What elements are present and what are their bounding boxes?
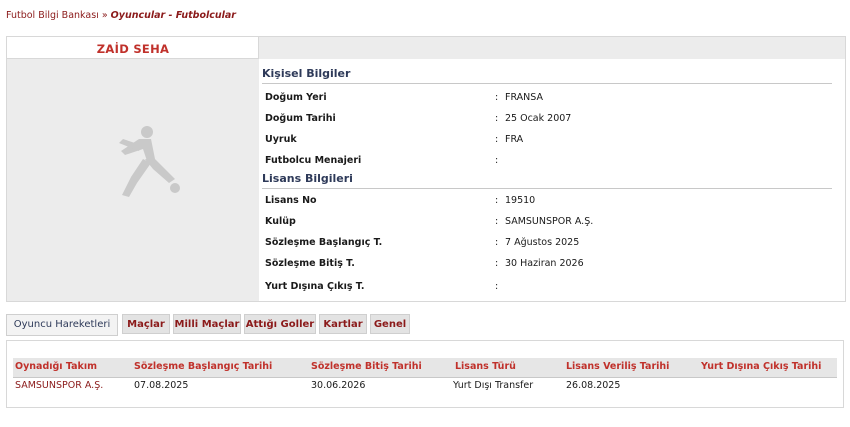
info-value: SAMSUNSPOR A.Ş. bbox=[505, 216, 594, 227]
info-row-agent: Futbolcu Menajeri : bbox=[265, 155, 835, 173]
info-colon: : bbox=[495, 237, 499, 248]
info-label: Lisans No bbox=[265, 195, 317, 206]
table-cell: 07.08.2025 bbox=[134, 380, 189, 391]
column-header: Oynadığı Takım bbox=[15, 361, 98, 372]
info-label: Uyruk bbox=[265, 134, 297, 145]
tab-cards[interactable]: Kartlar bbox=[319, 314, 367, 334]
tab-national-matches[interactable]: Milli Maçlar bbox=[173, 314, 241, 334]
player-name: ZAİD SEHA bbox=[96, 42, 170, 56]
column-header: Sözleşme Bitiş Tarihi bbox=[311, 361, 422, 372]
player-name-bar: ZAİD SEHA bbox=[7, 37, 259, 59]
breadcrumb-root-link[interactable]: Futbol Bilgi Bankası bbox=[6, 10, 99, 21]
info-value: FRANSA bbox=[505, 92, 543, 103]
info-colon: : bbox=[495, 92, 499, 103]
info-colon: : bbox=[495, 281, 499, 292]
info-label: Doğum Tarihi bbox=[265, 113, 336, 124]
info-label: Sözleşme Başlangıç T. bbox=[265, 237, 383, 248]
info-value: FRA bbox=[505, 134, 524, 145]
tab-matches[interactable]: Maçlar bbox=[122, 314, 170, 334]
info-value: 7 Ağustos 2025 bbox=[505, 237, 580, 248]
info-label: Sözleşme Bitiş T. bbox=[265, 258, 355, 269]
info-colon: : bbox=[495, 216, 499, 227]
player-photo-column: ZAİD SEHA bbox=[7, 37, 259, 301]
table-cell: 30.06.2026 bbox=[311, 380, 366, 391]
info-row-club: Kulüp : SAMSUNSPOR A.Ş. bbox=[265, 216, 835, 234]
info-value: 25 Ocak 2007 bbox=[505, 113, 572, 124]
column-header: Sözleşme Başlangıç Tarihi bbox=[134, 361, 273, 372]
table-header: Oynadığı Takım Sözleşme Başlangıç Tarihi… bbox=[13, 358, 837, 378]
info-colon: : bbox=[495, 134, 499, 145]
breadcrumb: Futbol Bilgi Bankası » Oyuncular - Futbo… bbox=[6, 10, 236, 21]
info-row-birthplace: Doğum Yeri : FRANSA bbox=[265, 92, 835, 110]
breadcrumb-current: Oyuncular - Futbolcular bbox=[110, 10, 236, 21]
personal-info-heading: Kişisel Bilgiler bbox=[262, 67, 832, 84]
info-row-contract-start: Sözleşme Başlangıç T. : 7 Ağustos 2025 bbox=[265, 237, 835, 255]
info-colon: : bbox=[495, 155, 499, 166]
tab-general[interactable]: Genel bbox=[370, 314, 410, 334]
info-value: 19510 bbox=[505, 195, 536, 206]
info-label: Yurt Dışına Çıkış T. bbox=[265, 281, 365, 292]
table-cell: 26.08.2025 bbox=[566, 380, 621, 391]
table-cell: Yurt Dışı Transfer bbox=[453, 380, 534, 391]
info-colon: : bbox=[495, 195, 499, 206]
info-label: Kulüp bbox=[265, 216, 296, 227]
breadcrumb-separator: » bbox=[101, 10, 108, 21]
info-row-nationality: Uyruk : FRA bbox=[265, 134, 835, 152]
column-header: Lisans Türü bbox=[455, 361, 516, 372]
tab-player-movements[interactable]: Oyuncu Hareketleri bbox=[6, 314, 118, 336]
player-profile-panel: ZAİD SEHA Kişisel Bilgiler Doğum Yeri : … bbox=[6, 36, 846, 302]
info-row-license-no: Lisans No : 19510 bbox=[265, 195, 835, 213]
table-cell-team[interactable]: SAMSUNSPOR A.Ş. bbox=[15, 380, 103, 391]
info-row-birthdate: Doğum Tarihi : 25 Ocak 2007 bbox=[265, 113, 835, 131]
info-row-abroad-exit: Yurt Dışına Çıkış T. : bbox=[265, 281, 835, 299]
column-header: Lisans Veriliş Tarihi bbox=[566, 361, 670, 372]
license-info-heading: Lisans Bilgileri bbox=[262, 172, 832, 189]
info-label: Futbolcu Menajeri bbox=[265, 155, 362, 166]
info-colon: : bbox=[495, 258, 499, 269]
column-header: Yurt Dışına Çıkış Tarihi bbox=[701, 361, 822, 372]
player-info-column: Kişisel Bilgiler Doğum Yeri : FRANSA Doğ… bbox=[259, 59, 845, 301]
info-row-contract-end: Sözleşme Bitiş T. : 30 Haziran 2026 bbox=[265, 258, 835, 276]
player-movements-table: Oynadığı Takım Sözleşme Başlangıç Tarihi… bbox=[6, 340, 844, 408]
tab-goals-scored[interactable]: Attığı Goller bbox=[244, 314, 316, 334]
info-value: 30 Haziran 2026 bbox=[505, 258, 584, 269]
info-label: Doğum Yeri bbox=[265, 92, 327, 103]
player-silhouette-icon bbox=[119, 126, 180, 197]
info-colon: : bbox=[495, 113, 499, 124]
